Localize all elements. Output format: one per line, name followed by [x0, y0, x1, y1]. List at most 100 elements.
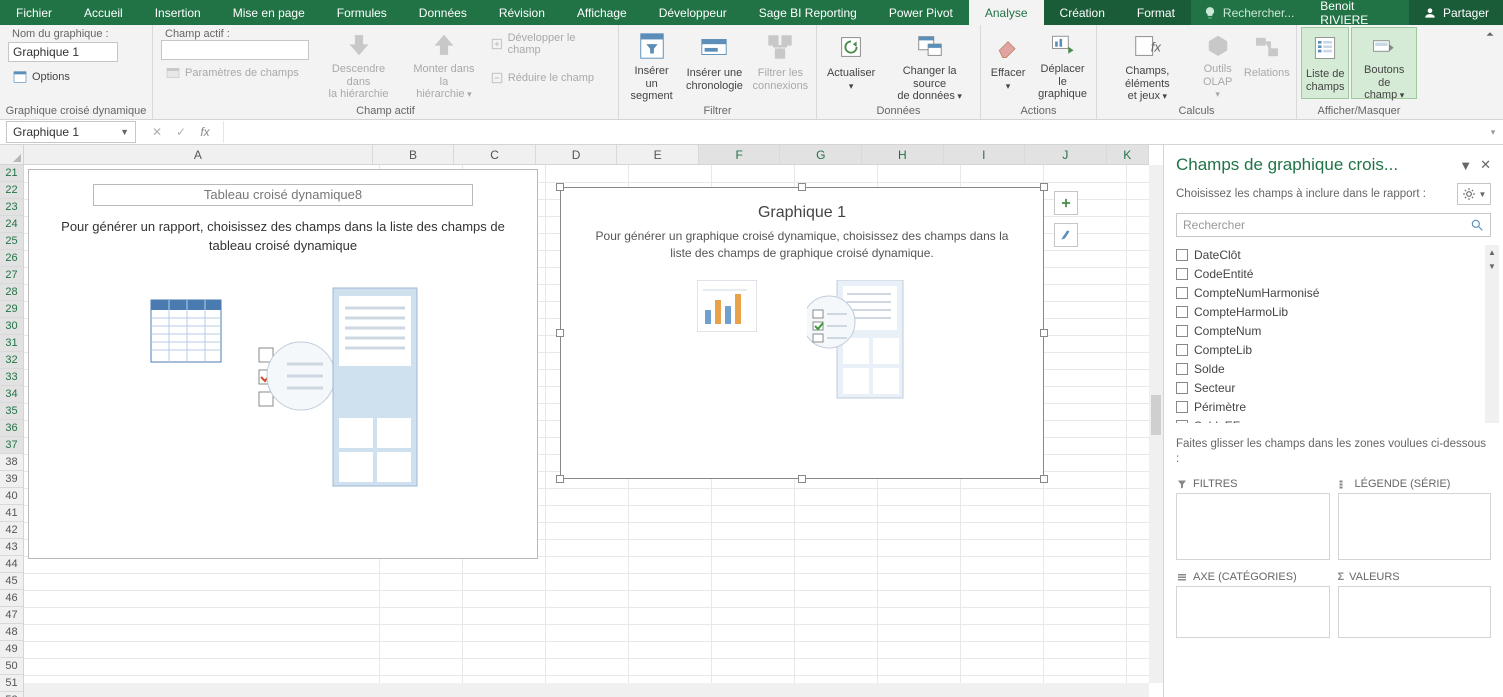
row-header[interactable]: 40 — [0, 488, 23, 505]
row-headers[interactable]: 2122232425262728293031323334353637383940… — [0, 165, 24, 697]
column-header[interactable]: G — [780, 145, 862, 164]
field-checkbox[interactable] — [1176, 344, 1188, 356]
field-list-item[interactable]: SoldeEF — [1176, 416, 1499, 423]
expand-field-button[interactable]: Développer le champ — [486, 33, 614, 55]
field-checkbox[interactable] — [1176, 363, 1188, 375]
row-header[interactable]: 51 — [0, 675, 23, 692]
field-list-item[interactable]: DateClôt — [1176, 245, 1499, 264]
tab-home[interactable]: Accueil — [68, 0, 139, 25]
row-header[interactable]: 30 — [0, 318, 23, 335]
row-header[interactable]: 36 — [0, 420, 23, 437]
tab-analyse[interactable]: Analyse — [969, 0, 1044, 25]
row-header[interactable]: 28 — [0, 284, 23, 301]
scroll-down-button[interactable]: ▼ — [1485, 259, 1499, 273]
tab-view[interactable]: Affichage — [561, 0, 643, 25]
resize-handle[interactable] — [798, 475, 806, 483]
row-header[interactable]: 25 — [0, 233, 23, 250]
drill-down-button[interactable]: Descendre dans la hiérarchie — [315, 27, 402, 99]
scroll-up-button[interactable]: ▲ — [1485, 245, 1499, 259]
row-header[interactable]: 35 — [0, 403, 23, 420]
zone-values[interactable]: ΣVALEURS — [1338, 568, 1492, 638]
resize-handle[interactable] — [556, 475, 564, 483]
formula-expand-button[interactable]: ▾ — [1483, 127, 1503, 138]
row-header[interactable]: 44 — [0, 556, 23, 573]
column-header[interactable]: F — [699, 145, 781, 164]
field-checkbox[interactable] — [1176, 249, 1188, 261]
row-header[interactable]: 50 — [0, 658, 23, 675]
row-header[interactable]: 45 — [0, 573, 23, 590]
zone-values-drop[interactable] — [1338, 586, 1492, 638]
resize-handle[interactable] — [1040, 475, 1048, 483]
row-header[interactable]: 52 — [0, 692, 23, 697]
worksheet-grid[interactable]: ABCDEFGHIJK 2122232425262728293031323334… — [0, 145, 1163, 697]
olap-tools-button[interactable]: Outils OLAP — [1196, 27, 1240, 99]
chart-styles-button[interactable] — [1054, 223, 1078, 247]
row-header[interactable]: 23 — [0, 199, 23, 216]
collapse-field-button[interactable]: Réduire le champ — [486, 67, 614, 89]
column-header[interactable]: E — [617, 145, 699, 164]
row-header[interactable]: 32 — [0, 352, 23, 369]
field-list-item[interactable]: CompteHarmoLib — [1176, 302, 1499, 321]
chart-name-input[interactable] — [8, 42, 118, 62]
user-name[interactable]: Benoit RIVIERE — [1306, 0, 1409, 25]
change-source-button[interactable]: Changer la source de données — [883, 27, 976, 99]
zone-axis[interactable]: AXE (CATÉGORIES) — [1176, 568, 1330, 638]
pane-dropdown-button[interactable]: ▼ — [1459, 158, 1472, 173]
column-header[interactable]: K — [1107, 145, 1149, 164]
resize-handle[interactable] — [556, 329, 564, 337]
formula-input[interactable] — [223, 121, 1483, 143]
field-checkbox[interactable] — [1176, 382, 1188, 394]
field-checkbox[interactable] — [1176, 325, 1188, 337]
zone-filters[interactable]: FILTRES — [1176, 475, 1330, 560]
field-list-item[interactable]: Solde — [1176, 359, 1499, 378]
row-header[interactable]: 41 — [0, 505, 23, 522]
field-list-button[interactable]: Liste de champs — [1301, 27, 1349, 99]
horizontal-scrollbar[interactable] — [24, 683, 1149, 697]
pane-close-button[interactable]: ✕ — [1480, 157, 1491, 173]
row-header[interactable]: 22 — [0, 182, 23, 199]
insert-function-button[interactable]: fx — [193, 121, 217, 143]
row-header[interactable]: 46 — [0, 590, 23, 607]
tell-me-search[interactable]: Rechercher... — [1191, 0, 1306, 25]
field-list-scrollbar[interactable]: ▲ ▼ — [1485, 245, 1499, 423]
field-checkbox[interactable] — [1176, 306, 1188, 318]
row-header[interactable]: 42 — [0, 522, 23, 539]
zone-legend[interactable]: LÉGENDE (SÉRIE) — [1338, 475, 1492, 560]
relations-button[interactable]: Relations — [1242, 27, 1292, 99]
row-header[interactable]: 31 — [0, 335, 23, 352]
zone-axis-drop[interactable] — [1176, 586, 1330, 638]
row-header[interactable]: 37 — [0, 437, 23, 454]
select-all-cell[interactable] — [0, 145, 24, 165]
insert-slicer-button[interactable]: Insérer un segment — [623, 27, 680, 99]
pane-search-input[interactable]: Rechercher — [1176, 213, 1491, 237]
tab-review[interactable]: Révision — [483, 0, 561, 25]
vertical-scrollbar[interactable] — [1149, 165, 1163, 683]
resize-handle[interactable] — [798, 183, 806, 191]
field-list-item[interactable]: CompteLib — [1176, 340, 1499, 359]
row-header[interactable]: 29 — [0, 301, 23, 318]
refresh-button[interactable]: Actualiser — [821, 27, 881, 99]
filter-connections-button[interactable]: Filtrer les connexions — [749, 27, 812, 99]
drill-up-button[interactable]: Monter dans la hiérarchie — [404, 27, 484, 99]
resize-handle[interactable] — [556, 183, 564, 191]
pivotchart-placeholder[interactable]: Graphique 1 Pour générer un graphique cr… — [560, 187, 1044, 479]
chevron-down-icon[interactable]: ▼ — [120, 127, 129, 137]
insert-timeline-button[interactable]: Insérer une chronologie — [682, 27, 747, 99]
tab-layout[interactable]: Mise en page — [217, 0, 321, 25]
field-buttons-button[interactable]: Boutons de champ — [1351, 27, 1417, 99]
row-header[interactable]: 26 — [0, 250, 23, 267]
chart-elements-button[interactable] — [1054, 191, 1078, 215]
tab-insert[interactable]: Insertion — [139, 0, 217, 25]
row-header[interactable]: 34 — [0, 386, 23, 403]
tab-file[interactable]: Fichier — [0, 0, 68, 25]
row-header[interactable]: 47 — [0, 607, 23, 624]
field-checkbox[interactable] — [1176, 401, 1188, 413]
field-list-item[interactable]: Secteur — [1176, 378, 1499, 397]
tab-sage-bi[interactable]: Sage BI Reporting — [743, 0, 873, 25]
accept-formula-button[interactable]: ✓ — [169, 121, 193, 143]
column-header[interactable]: J — [1025, 145, 1107, 164]
resize-handle[interactable] — [1040, 329, 1048, 337]
options-button[interactable]: Options — [8, 66, 74, 88]
row-header[interactable]: 27 — [0, 267, 23, 284]
tab-format[interactable]: Format — [1121, 0, 1191, 25]
